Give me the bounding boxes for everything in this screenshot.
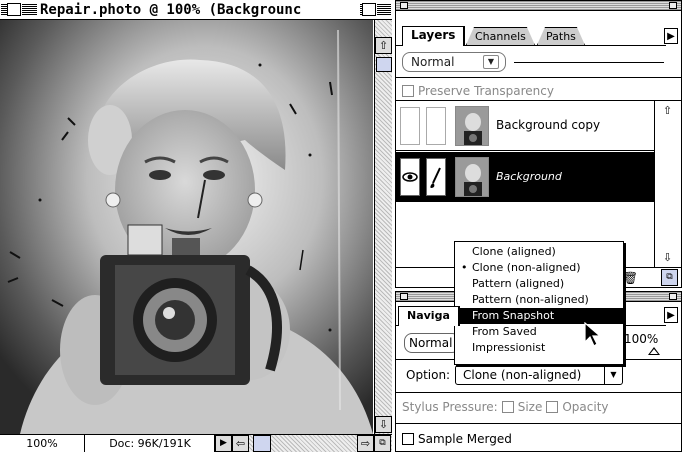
sample-merged-checkbox[interactable]: Sample Merged	[402, 432, 512, 446]
visibility-toggle[interactable]	[400, 158, 420, 196]
stylus-pressure-label: Stylus Pressure:	[402, 400, 498, 414]
horizontal-scrollbar[interactable]: ▶ ⇦ ⇨ ⧉	[214, 435, 392, 452]
menu-item-clone-non-aligned[interactable]: • Clone (non-aligned)	[455, 260, 623, 276]
sample-merged-label: Sample Merged	[418, 432, 512, 446]
scroll-left-icon[interactable]: ⇦	[232, 435, 249, 452]
layer-thumbnail	[455, 157, 489, 197]
menu-item-clone-aligned[interactable]: Clone (aligned)	[455, 244, 623, 260]
tab-channels[interactable]: Channels	[466, 27, 535, 45]
tab-paths[interactable]: Paths	[537, 27, 585, 45]
palette-zoom-box[interactable]	[669, 2, 677, 9]
checkmark-bullet-icon: •	[461, 261, 468, 274]
zoom-box[interactable]	[362, 3, 376, 16]
stylus-opacity-label: Opacity	[562, 400, 609, 414]
paint-mode-select[interactable]: Normal	[404, 333, 460, 353]
palette-menu-arrow-icon[interactable]: ▶	[664, 28, 678, 44]
preserve-transparency-box[interactable]	[402, 85, 414, 97]
resize-grip-icon[interactable]: ⧉	[661, 269, 678, 286]
option-select[interactable]: Clone (non-aligned) ▼	[455, 365, 623, 385]
document-title-bar[interactable]: Repair.photo @ 100% (Backgrounc	[0, 0, 392, 20]
preserve-transparency-label: Preserve Transparency	[418, 84, 554, 98]
layer-row-background[interactable]: Background	[396, 152, 654, 202]
opacity-slider-track[interactable]	[514, 62, 664, 63]
scroll-up-icon[interactable]: ⇧	[375, 37, 392, 54]
scroll-down-icon[interactable]: ⇩	[375, 416, 392, 433]
palette-menu-arrow-icon[interactable]: ▶	[664, 307, 678, 323]
document-window: Repair.photo @ 100% (Backgrounc ⇧ ⇩ 100%…	[0, 0, 392, 452]
stylus-pressure-row: Stylus Pressure: Size Opacity	[402, 400, 609, 414]
image-canvas[interactable]	[0, 20, 373, 434]
layer-row-background-copy[interactable]: Background copy	[396, 101, 654, 151]
tab-navigator[interactable]: Naviga	[398, 306, 460, 326]
paintbrush-icon	[430, 167, 441, 188]
stylus-opacity-checkbox[interactable]	[546, 401, 559, 413]
scroll-up-icon[interactable]: ⇧	[659, 102, 676, 119]
option-label: Option:	[406, 368, 451, 382]
sample-merged-box[interactable]	[402, 433, 414, 445]
trash-icon[interactable]: 🗑	[622, 269, 639, 286]
option-value: Clone (non-aligned)	[463, 368, 582, 382]
menu-item-pattern-non-aligned[interactable]: Pattern (non-aligned)	[455, 292, 623, 308]
photo-woman-with-camera	[0, 20, 373, 434]
opacity-value[interactable]: 100%	[624, 332, 658, 346]
visibility-toggle[interactable]	[400, 107, 420, 145]
scroll-down-icon[interactable]: ⇩	[659, 249, 676, 266]
blend-mode-value: Normal	[411, 55, 455, 69]
layer-name[interactable]: Background	[496, 170, 562, 183]
chevron-down-icon: ▼	[604, 366, 622, 384]
vertical-scrollbar[interactable]: ⇧ ⇩	[374, 20, 392, 434]
scroll-right-icon[interactable]: ⇨	[357, 435, 374, 452]
document-size: Doc: 96K/191K	[109, 437, 191, 450]
eye-icon	[402, 172, 418, 182]
palette-zoom-box[interactable]	[669, 293, 677, 300]
blend-mode-select[interactable]: Normal ▼	[402, 52, 506, 72]
status-bar: 100% Doc: 96K/191K ▶ ⇦ ⇨ ⧉	[0, 434, 392, 452]
preserve-transparency-checkbox[interactable]: Preserve Transparency	[402, 82, 554, 100]
stylus-size-label: Size	[517, 400, 543, 414]
mouse-pointer-icon	[584, 322, 602, 347]
stylus-size-checkbox[interactable]	[501, 401, 514, 413]
resize-grip-icon[interactable]: ⧉	[374, 435, 391, 452]
paint-toggle[interactable]	[426, 158, 446, 196]
palette-close-box[interactable]	[400, 293, 408, 300]
opacity-slider-triangle-icon[interactable]	[648, 347, 660, 355]
status-menu-arrow-icon[interactable]: ▶	[215, 435, 232, 452]
layers-scrollbar[interactable]: ⇧ ⇩	[654, 101, 681, 267]
layer-name[interactable]: Background copy	[496, 118, 600, 132]
document-title: Repair.photo @ 100% (Backgrounc	[37, 2, 360, 18]
layer-thumbnail	[455, 106, 489, 146]
zoom-level[interactable]: 100%	[0, 435, 85, 452]
tab-layers[interactable]: Layers	[402, 26, 466, 46]
palette-tabs: Layers Channels Paths ▶	[396, 12, 681, 46]
close-box[interactable]	[7, 3, 21, 16]
chevron-down-icon: ▼	[483, 55, 499, 69]
palette-title-bar[interactable]	[396, 1, 681, 11]
palette-close-box[interactable]	[400, 2, 408, 9]
vertical-scroll-thumb[interactable]	[376, 57, 392, 72]
menu-item-pattern-aligned[interactable]: Pattern (aligned)	[455, 276, 623, 292]
paint-toggle[interactable]	[426, 107, 446, 145]
horizontal-scroll-thumb[interactable]	[253, 435, 271, 452]
